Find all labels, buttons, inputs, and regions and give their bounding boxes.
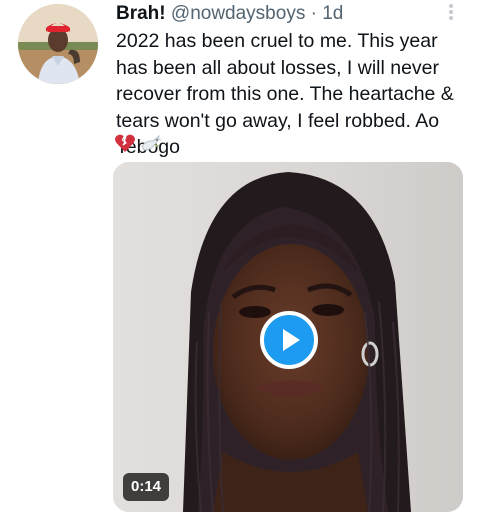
display-name[interactable]: Brah! <box>116 3 166 24</box>
play-button[interactable] <box>260 311 318 369</box>
tweet-text: 2022 has been cruel to me. This year has… <box>116 30 454 158</box>
tweet-header: Brah! @nowdaysboys · 1d <box>116 2 343 26</box>
video-duration-badge: 0:14 <box>123 473 170 501</box>
more-options-icon[interactable] <box>444 2 458 24</box>
avatar-photo <box>18 4 98 84</box>
tweet-time[interactable]: 1d <box>322 3 343 24</box>
broken-heart-icon <box>114 132 136 154</box>
user-handle[interactable]: @nowdaysboys <box>171 3 305 24</box>
dove-icon <box>139 132 163 154</box>
play-icon <box>283 329 300 351</box>
avatar[interactable] <box>18 4 98 84</box>
tweet-card: Brah! @nowdaysboys · 1d 2022 has been cr… <box>0 0 480 520</box>
emoji-row <box>114 132 163 154</box>
separator-dot: · <box>310 3 317 24</box>
